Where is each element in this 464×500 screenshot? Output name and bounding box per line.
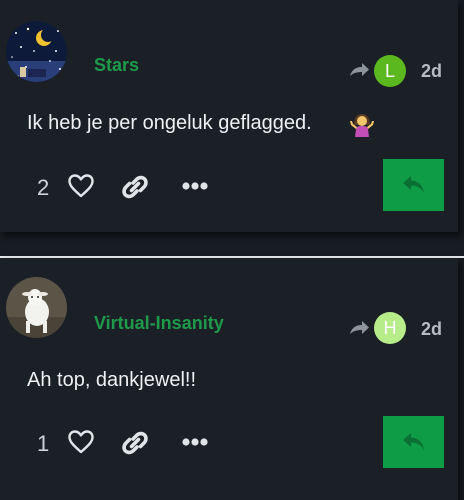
reply-to-avatar-letter: H bbox=[383, 318, 397, 338]
reply-to-arrow-icon bbox=[350, 321, 369, 334]
post-date[interactable]: 2d bbox=[421, 319, 442, 340]
post-card: Stars L 2d Ik heb je per ongeluk geflagg… bbox=[0, 0, 458, 232]
reply-icon bbox=[402, 176, 424, 193]
username[interactable]: Virtual-Insanity bbox=[94, 313, 224, 334]
like-count: 2 bbox=[37, 175, 50, 200]
user-avatar[interactable] bbox=[6, 21, 67, 82]
reply-to-avatar-letter: L bbox=[384, 61, 395, 81]
user-avatar[interactable] bbox=[6, 277, 67, 338]
more-options-icon[interactable] bbox=[181, 180, 209, 192]
post-body: Ah top, dankjewel!! bbox=[27, 369, 196, 391]
post-body: Ik heb je per ongeluk geflagged. bbox=[27, 112, 312, 134]
reply-to-avatar[interactable]: L bbox=[374, 55, 406, 87]
heart-icon[interactable] bbox=[67, 429, 95, 455]
link-icon[interactable] bbox=[120, 428, 150, 458]
reply-to-avatar[interactable]: H bbox=[374, 312, 406, 344]
username[interactable]: Stars bbox=[94, 55, 139, 76]
like-count: 1 bbox=[37, 431, 50, 456]
reply-button[interactable] bbox=[383, 416, 444, 468]
link-icon[interactable] bbox=[120, 172, 150, 202]
heart-icon[interactable] bbox=[67, 173, 95, 199]
reply-icon bbox=[402, 433, 424, 450]
more-options-icon[interactable] bbox=[181, 436, 209, 448]
post-date[interactable]: 2d bbox=[421, 61, 442, 82]
woman-shrugging-emoji-icon bbox=[350, 114, 374, 137]
reply-to-arrow-icon bbox=[350, 63, 369, 76]
night-sky-moon-avatar bbox=[6, 21, 67, 82]
post-card: Virtual-Insanity H 2d Ah top, dankjewel!… bbox=[0, 258, 458, 500]
goat-photo-avatar bbox=[6, 277, 67, 338]
reply-button[interactable] bbox=[383, 159, 444, 211]
